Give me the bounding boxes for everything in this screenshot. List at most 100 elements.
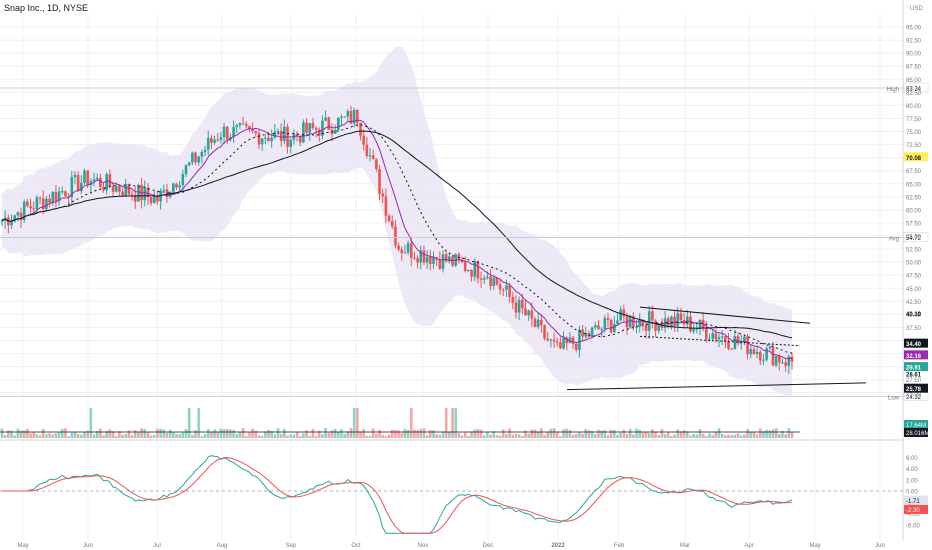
candle-body	[283, 126, 286, 141]
price-tick-label: 82.50	[906, 91, 922, 97]
candle-body	[476, 260, 480, 279]
volume-bar	[235, 434, 239, 438]
candle-body	[762, 359, 765, 361]
price-tick-label: 47.50	[906, 274, 922, 280]
volume-bar	[555, 432, 559, 438]
candle-body	[413, 257, 416, 259]
macd-signal-line	[2, 456, 793, 534]
volume-bar	[16, 428, 20, 438]
volume-bar	[587, 430, 591, 438]
volume-bar	[495, 435, 499, 438]
volume-bar	[736, 433, 740, 438]
volume-bar	[666, 432, 670, 438]
candle-body	[720, 336, 724, 338]
candle-body	[362, 135, 365, 145]
volume-bar	[787, 428, 791, 438]
volume-bar	[187, 408, 191, 438]
volume-bar	[530, 429, 534, 438]
volume-bar	[597, 429, 600, 438]
candle-body	[705, 327, 708, 340]
candle-body	[118, 186, 121, 192]
candle-body	[730, 348, 734, 350]
candle-body	[533, 318, 537, 327]
volume-bar	[400, 433, 404, 438]
candle-body	[111, 186, 115, 192]
candle-body	[375, 159, 378, 169]
volume-bar	[720, 433, 724, 438]
candle-body	[48, 198, 51, 203]
volume-bar	[92, 434, 96, 438]
price-tag-label: 32.16	[906, 354, 922, 360]
candle-body	[191, 152, 194, 163]
candle-body	[498, 284, 502, 290]
volume-bar	[682, 430, 686, 438]
volume-bar	[727, 434, 730, 438]
volume-bar	[365, 435, 369, 438]
price-tick-label: 92.50	[906, 39, 922, 45]
volume-bar	[635, 428, 638, 438]
candle-body	[83, 170, 86, 183]
candle-body	[676, 313, 680, 326]
volume-bar	[701, 433, 705, 438]
volume-bar	[159, 429, 162, 438]
volume-bar	[403, 428, 407, 438]
volume-bar	[384, 435, 388, 438]
time-axis-label: Oct	[351, 543, 361, 549]
volume-bar	[549, 428, 553, 438]
candle-body	[35, 197, 39, 210]
volume-bar	[559, 435, 562, 438]
volume-bar	[390, 429, 394, 438]
macd-tick-label: 6.00	[906, 456, 918, 462]
volume-bar	[7, 430, 10, 438]
candle-body	[514, 302, 518, 313]
candle-body	[210, 138, 213, 143]
macd-tick-label: -6.00	[906, 523, 920, 529]
candle-body	[305, 122, 308, 133]
volume-bar	[632, 434, 635, 438]
candle-body	[467, 269, 470, 271]
volume-bar	[356, 408, 359, 438]
volume-bar	[543, 435, 546, 438]
time-axis-label: May	[17, 543, 28, 549]
volume-bar	[203, 433, 207, 438]
volume-bar	[647, 433, 651, 438]
candle-body	[32, 208, 36, 210]
volume-bar	[45, 434, 48, 438]
candle-body	[244, 124, 248, 126]
candle-body	[206, 138, 210, 150]
volume-bar	[54, 433, 58, 438]
volume-bar	[774, 428, 778, 438]
candle-body	[692, 329, 695, 332]
chart-canvas[interactable]: High 83.34Avg 54.72Low 24.3295.0092.5090.00…	[0, 0, 932, 550]
time-axis-label: Feb	[614, 543, 625, 549]
candle-body	[644, 324, 648, 331]
candle-body	[308, 123, 312, 133]
volume-bar	[578, 431, 581, 438]
candle-body	[324, 117, 327, 121]
volume-bar	[593, 434, 597, 438]
candle-body	[562, 337, 565, 349]
candle-body	[378, 168, 381, 194]
volume-bar	[124, 433, 128, 438]
volume-bar	[200, 435, 204, 438]
volume-bar	[352, 408, 356, 438]
volume-bar	[695, 434, 699, 438]
candle-body	[489, 276, 492, 287]
bollinger-band	[2, 45, 792, 397]
candle-body	[311, 123, 315, 128]
candle-body	[771, 346, 775, 366]
candle-body	[606, 318, 610, 320]
volume-bar	[660, 428, 664, 438]
volume-bar	[276, 428, 280, 438]
candle-body	[774, 355, 778, 366]
candle-body	[422, 250, 426, 263]
currency-label: USD	[910, 6, 923, 12]
candle-body	[368, 155, 372, 157]
candle-body	[143, 187, 147, 201]
volume-bar	[457, 433, 461, 438]
price-tag-label: 34.40	[906, 342, 922, 348]
macd-value-label: -1.71	[906, 499, 920, 505]
candle-body	[593, 325, 597, 328]
price-tick-label: 27.50	[906, 378, 922, 384]
volume-bar	[394, 429, 397, 438]
